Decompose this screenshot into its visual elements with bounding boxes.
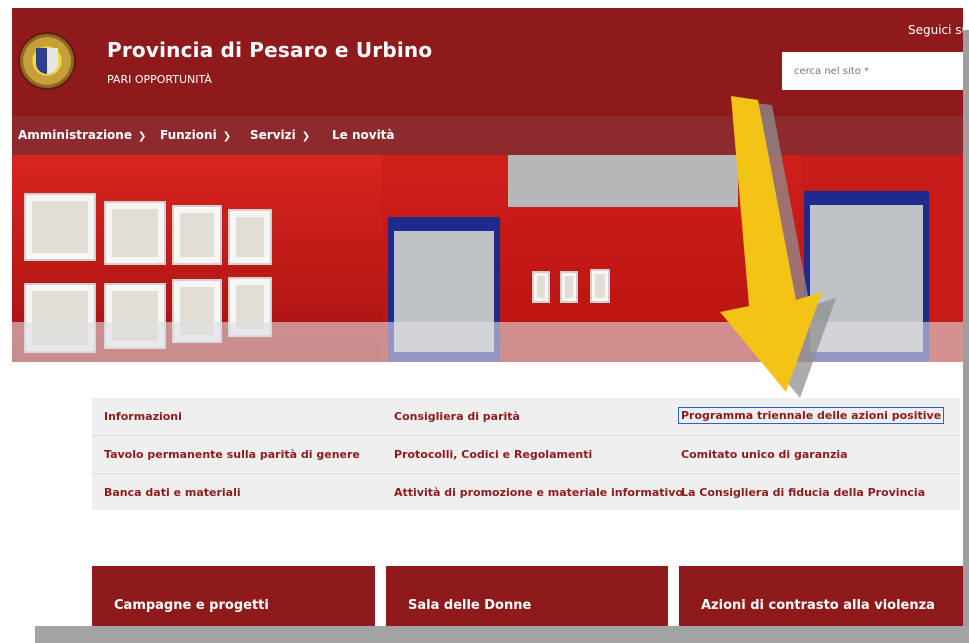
- card-title: Azioni di contrasto alla violenza: [701, 598, 935, 613]
- nav-item-label: Servizi: [250, 128, 296, 142]
- site-subtitle: PARI OPPORTUNITÀ: [107, 73, 212, 86]
- chevron-down-icon: ❯: [301, 131, 311, 142]
- small-frame: [560, 271, 578, 303]
- link-informazioni[interactable]: Informazioni: [104, 410, 182, 423]
- card-title: Campagne e progetti: [114, 598, 269, 613]
- page: Provincia di Pesaro e Urbino PARI OPPORT…: [12, 8, 963, 638]
- crest-logo-icon[interactable]: [20, 34, 74, 88]
- nav-item-label: Amministrazione: [18, 128, 132, 142]
- chevron-down-icon: ❯: [222, 131, 232, 142]
- site-header: Provincia di Pesaro e Urbino PARI OPPORT…: [12, 8, 963, 116]
- nav-item-label: Funzioni: [160, 128, 217, 142]
- screenshot-shadow-bottom: [35, 626, 969, 643]
- hero-floor: [12, 322, 963, 362]
- nav-item-amministrazione[interactable]: Amministrazione ❯: [18, 128, 146, 142]
- link-consigliera-fiducia[interactable]: La Consigliera di fiducia della Provinci…: [681, 486, 925, 499]
- nav-item-funzioni[interactable]: Funzioni ❯: [160, 128, 231, 142]
- main-nav: Amministrazione ❯ Funzioni ❯ Servizi ❯ Le n…: [12, 116, 963, 155]
- site-title[interactable]: Provincia di Pesaro e Urbino: [107, 38, 432, 62]
- portrait-frame: [228, 209, 272, 265]
- links-row: Banca dati e materiali Attività di promo…: [92, 474, 960, 511]
- link-banca-dati[interactable]: Banca dati e materiali: [104, 486, 241, 499]
- portrait-frame: [172, 205, 222, 265]
- card-title: Sala delle Donne: [408, 598, 532, 613]
- small-frame: [590, 269, 610, 303]
- portrait-frame: [104, 201, 166, 265]
- portrait-frame: [24, 193, 96, 261]
- hero-ceiling: [508, 155, 738, 207]
- screenshot-shadow-right: [963, 30, 969, 643]
- link-protocolli[interactable]: Protocolli, Codici e Regolamenti: [394, 448, 592, 461]
- search-input[interactable]: [782, 52, 963, 90]
- link-programma-triennale[interactable]: Programma triennale delle azioni positiv…: [677, 407, 945, 424]
- hero-banner-image: [12, 155, 963, 362]
- link-attivita-promozione[interactable]: Attività di promozione e materiale infor…: [394, 486, 683, 499]
- nav-item-servizi[interactable]: Servizi ❯: [250, 128, 310, 142]
- link-comitato-garanzia[interactable]: Comitato unico di garanzia: [681, 448, 848, 461]
- quick-links-grid: Informazioni Consigliera di parità Progr…: [92, 398, 960, 510]
- chevron-down-icon: ❯: [137, 131, 147, 142]
- links-row: Informazioni Consigliera di parità Progr…: [92, 398, 960, 436]
- follow-us-label: Seguici su: [908, 23, 963, 37]
- links-row: Tavolo permanente sulla parità di genere…: [92, 436, 960, 474]
- small-frame: [532, 271, 550, 303]
- link-tavolo-permanente[interactable]: Tavolo permanente sulla parità di genere: [104, 448, 360, 461]
- nav-item-novita[interactable]: Le novità: [332, 128, 395, 142]
- nav-item-label: Le novità: [332, 128, 395, 142]
- link-consigliera-parita[interactable]: Consigliera di parità: [394, 410, 520, 423]
